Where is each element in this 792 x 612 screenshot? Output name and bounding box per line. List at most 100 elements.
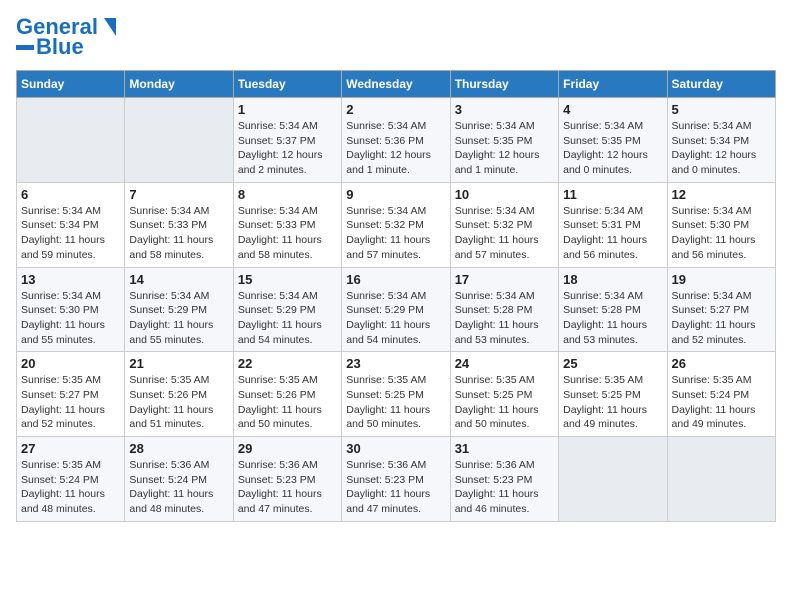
day-detail: Sunrise: 5:36 AMSunset: 5:23 PMDaylight:… [346, 458, 445, 517]
calendar-cell: 25 Sunrise: 5:35 AMSunset: 5:25 PMDayligh… [559, 352, 667, 437]
day-detail: Sunrise: 5:34 AMSunset: 5:29 PMDaylight:… [346, 289, 445, 348]
calendar-cell: 27 Sunrise: 5:35 AMSunset: 5:24 PMDayligh… [17, 437, 125, 522]
header-wednesday: Wednesday [342, 71, 450, 98]
calendar-cell: 14 Sunrise: 5:34 AMSunset: 5:29 PMDayligh… [125, 267, 233, 352]
calendar-cell: 29 Sunrise: 5:36 AMSunset: 5:23 PMDayligh… [233, 437, 341, 522]
day-detail: Sunrise: 5:34 AMSunset: 5:32 PMDaylight:… [346, 204, 445, 263]
logo-text-blue: Blue [36, 36, 84, 58]
day-number: 11 [563, 187, 662, 202]
logo-arrow-icon [98, 18, 116, 36]
calendar-cell: 17 Sunrise: 5:34 AMSunset: 5:28 PMDayligh… [450, 267, 558, 352]
calendar-cell: 24 Sunrise: 5:35 AMSunset: 5:25 PMDayligh… [450, 352, 558, 437]
logo: General Blue [16, 16, 116, 58]
calendar-header-row: SundayMondayTuesdayWednesdayThursdayFrid… [17, 71, 776, 98]
calendar-week-2: 6 Sunrise: 5:34 AMSunset: 5:34 PMDaylight… [17, 182, 776, 267]
day-number: 26 [672, 356, 771, 371]
header-sunday: Sunday [17, 71, 125, 98]
header-monday: Monday [125, 71, 233, 98]
day-number: 15 [238, 272, 337, 287]
day-detail: Sunrise: 5:34 AMSunset: 5:29 PMDaylight:… [238, 289, 337, 348]
calendar-cell: 5 Sunrise: 5:34 AMSunset: 5:34 PMDaylight… [667, 98, 775, 183]
calendar-cell: 11 Sunrise: 5:34 AMSunset: 5:31 PMDayligh… [559, 182, 667, 267]
day-number: 19 [672, 272, 771, 287]
calendar-week-3: 13Sunrise: 5:34 AMSunset: 5:30 PMDayligh… [17, 267, 776, 352]
day-number: 10 [455, 187, 554, 202]
day-detail: Sunrise: 5:34 AMSunset: 5:35 PMDaylight:… [455, 119, 554, 178]
day-detail: Sunrise: 5:34 AMSunset: 5:34 PMDaylight:… [21, 204, 120, 263]
day-detail: Sunrise: 5:35 AMSunset: 5:25 PMDaylight:… [563, 373, 662, 432]
day-number: 28 [129, 441, 228, 456]
day-detail: Sunrise: 5:35 AMSunset: 5:26 PMDaylight:… [238, 373, 337, 432]
calendar-cell: 3 Sunrise: 5:34 AMSunset: 5:35 PMDaylight… [450, 98, 558, 183]
day-number: 6 [21, 187, 120, 202]
day-detail: Sunrise: 5:36 AMSunset: 5:23 PMDaylight:… [455, 458, 554, 517]
day-number: 9 [346, 187, 445, 202]
calendar-cell: 13Sunrise: 5:34 AMSunset: 5:30 PMDayligh… [17, 267, 125, 352]
calendar-cell: 4 Sunrise: 5:34 AMSunset: 5:35 PMDaylight… [559, 98, 667, 183]
day-detail: Sunrise: 5:35 AMSunset: 5:27 PMDaylight:… [21, 373, 120, 432]
day-number: 4 [563, 102, 662, 117]
day-number: 3 [455, 102, 554, 117]
day-number: 18 [563, 272, 662, 287]
day-detail: Sunrise: 5:34 AMSunset: 5:34 PMDaylight:… [672, 119, 771, 178]
calendar-cell: 15 Sunrise: 5:34 AMSunset: 5:29 PMDayligh… [233, 267, 341, 352]
calendar-cell: 19 Sunrise: 5:34 AMSunset: 5:27 PMDayligh… [667, 267, 775, 352]
day-number: 29 [238, 441, 337, 456]
day-detail: Sunrise: 5:35 AMSunset: 5:26 PMDaylight:… [129, 373, 228, 432]
day-detail: Sunrise: 5:35 AMSunset: 5:25 PMDaylight:… [346, 373, 445, 432]
day-detail: Sunrise: 5:34 AMSunset: 5:33 PMDaylight:… [238, 204, 337, 263]
calendar-cell [667, 437, 775, 522]
day-number: 20 [21, 356, 120, 371]
calendar-cell: 18 Sunrise: 5:34 AMSunset: 5:28 PMDayligh… [559, 267, 667, 352]
day-number: 1 [238, 102, 337, 117]
header-tuesday: Tuesday [233, 71, 341, 98]
day-number: 21 [129, 356, 228, 371]
calendar-cell: 1 Sunrise: 5:34 AMSunset: 5:37 PMDaylight… [233, 98, 341, 183]
day-number: 5 [672, 102, 771, 117]
calendar-cell: 12Sunrise: 5:34 AMSunset: 5:30 PMDayligh… [667, 182, 775, 267]
day-detail: Sunrise: 5:36 AMSunset: 5:23 PMDaylight:… [238, 458, 337, 517]
day-number: 27 [21, 441, 120, 456]
day-number: 17 [455, 272, 554, 287]
day-number: 2 [346, 102, 445, 117]
day-detail: Sunrise: 5:35 AMSunset: 5:24 PMDaylight:… [672, 373, 771, 432]
day-detail: Sunrise: 5:34 AMSunset: 5:35 PMDaylight:… [563, 119, 662, 178]
day-number: 13 [21, 272, 120, 287]
calendar-cell: 9 Sunrise: 5:34 AMSunset: 5:32 PMDaylight… [342, 182, 450, 267]
calendar-cell: 2 Sunrise: 5:34 AMSunset: 5:36 PMDaylight… [342, 98, 450, 183]
day-number: 8 [238, 187, 337, 202]
calendar-cell: 16Sunrise: 5:34 AMSunset: 5:29 PMDayligh… [342, 267, 450, 352]
day-number: 24 [455, 356, 554, 371]
calendar-cell: 7Sunrise: 5:34 AMSunset: 5:33 PMDaylight… [125, 182, 233, 267]
calendar-cell [17, 98, 125, 183]
day-detail: Sunrise: 5:36 AMSunset: 5:24 PMDaylight:… [129, 458, 228, 517]
day-detail: Sunrise: 5:34 AMSunset: 5:28 PMDaylight:… [563, 289, 662, 348]
day-detail: Sunrise: 5:34 AMSunset: 5:28 PMDaylight:… [455, 289, 554, 348]
day-detail: Sunrise: 5:35 AMSunset: 5:24 PMDaylight:… [21, 458, 120, 517]
calendar-cell [125, 98, 233, 183]
calendar-week-4: 20 Sunrise: 5:35 AMSunset: 5:27 PMDayligh… [17, 352, 776, 437]
day-detail: Sunrise: 5:35 AMSunset: 5:25 PMDaylight:… [455, 373, 554, 432]
day-detail: Sunrise: 5:34 AMSunset: 5:32 PMDaylight:… [455, 204, 554, 263]
calendar-cell: 21 Sunrise: 5:35 AMSunset: 5:26 PMDayligh… [125, 352, 233, 437]
page-header: General Blue [16, 16, 776, 58]
day-detail: Sunrise: 5:34 AMSunset: 5:27 PMDaylight:… [672, 289, 771, 348]
day-detail: Sunrise: 5:34 AMSunset: 5:31 PMDaylight:… [563, 204, 662, 263]
calendar-table: SundayMondayTuesdayWednesdayThursdayFrid… [16, 70, 776, 522]
calendar-cell: 20 Sunrise: 5:35 AMSunset: 5:27 PMDayligh… [17, 352, 125, 437]
header-saturday: Saturday [667, 71, 775, 98]
calendar-cell: 23Sunrise: 5:35 AMSunset: 5:25 PMDayligh… [342, 352, 450, 437]
day-detail: Sunrise: 5:34 AMSunset: 5:37 PMDaylight:… [238, 119, 337, 178]
day-number: 25 [563, 356, 662, 371]
day-number: 14 [129, 272, 228, 287]
day-number: 22 [238, 356, 337, 371]
calendar-cell: 8 Sunrise: 5:34 AMSunset: 5:33 PMDaylight… [233, 182, 341, 267]
day-detail: Sunrise: 5:34 AMSunset: 5:29 PMDaylight:… [129, 289, 228, 348]
day-detail: Sunrise: 5:34 AMSunset: 5:30 PMDaylight:… [672, 204, 771, 263]
day-number: 7 [129, 187, 228, 202]
calendar-week-5: 27 Sunrise: 5:35 AMSunset: 5:24 PMDayligh… [17, 437, 776, 522]
calendar-cell: 6 Sunrise: 5:34 AMSunset: 5:34 PMDaylight… [17, 182, 125, 267]
calendar-cell: 30Sunrise: 5:36 AMSunset: 5:23 PMDayligh… [342, 437, 450, 522]
day-detail: Sunrise: 5:34 AMSunset: 5:36 PMDaylight:… [346, 119, 445, 178]
calendar-cell: 26 Sunrise: 5:35 AMSunset: 5:24 PMDayligh… [667, 352, 775, 437]
